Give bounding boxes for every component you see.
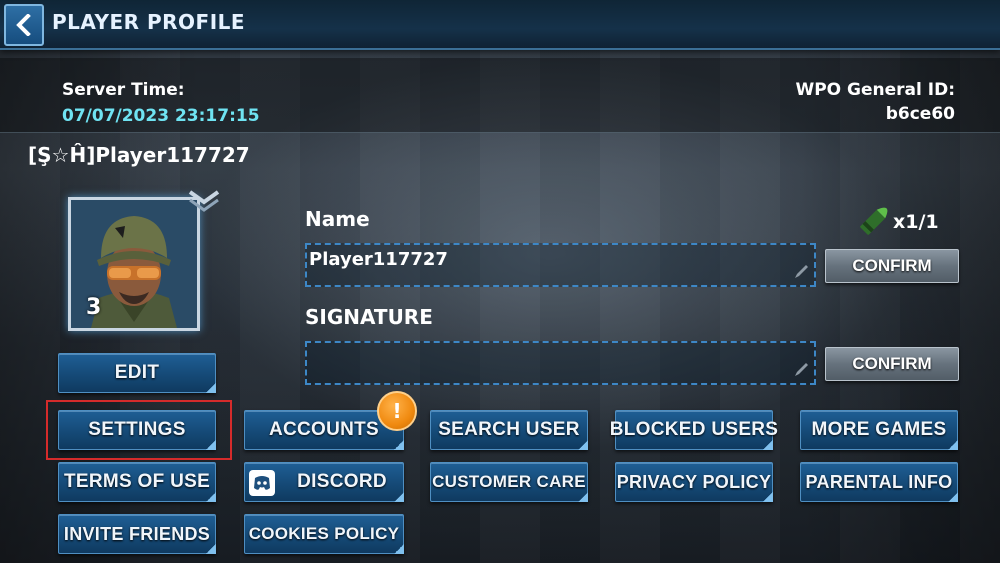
signature-input[interactable] (305, 341, 816, 385)
top-bar: PLAYER PROFILE (0, 0, 1000, 50)
confirm-signature-button[interactable]: CONFIRM (825, 347, 959, 381)
privacy-policy-label: PRIVACY POLICY (616, 471, 772, 492)
settings-highlight-box (46, 400, 232, 460)
discord-icon (249, 470, 275, 496)
confirm-signature-label: CONFIRM (852, 354, 932, 373)
player-level: 3 (86, 295, 102, 320)
customer-care-label: CUSTOMER CARE (432, 472, 586, 491)
search-user-label: SEARCH USER (438, 419, 580, 440)
edit-button-label: EDIT (114, 362, 160, 383)
confirm-name-button[interactable]: CONFIRM (825, 249, 959, 283)
pencil-icon (795, 363, 808, 376)
terms-of-use-button[interactable]: TERMS OF USE (58, 462, 216, 502)
customer-care-button[interactable]: CUSTOMER CARE (430, 462, 588, 502)
invite-friends-button[interactable]: INVITE FRIENDS (58, 514, 216, 554)
confirm-name-label: CONFIRM (852, 256, 932, 275)
server-time-label: Server Time: (62, 80, 185, 100)
discord-button[interactable]: DISCORD (244, 462, 404, 502)
general-id-value: b6ce60 (885, 104, 955, 124)
rename-count: x1/1 (893, 211, 939, 233)
privacy-policy-button[interactable]: PRIVACY POLICY (615, 462, 773, 502)
search-user-button[interactable]: SEARCH USER (430, 410, 588, 450)
chevron-down-icon[interactable] (186, 188, 222, 212)
bullet-icon (860, 207, 888, 235)
cookies-policy-label: COOKIES POLICY (248, 524, 400, 543)
back-button[interactable] (4, 4, 44, 46)
blocked-users-button[interactable]: BLOCKED USERS (610, 410, 778, 450)
parental-info-label: PARENTAL INFO (805, 471, 953, 492)
alert-badge: ! (377, 391, 417, 431)
signature-label: SIGNATURE (305, 305, 433, 329)
page-title: PLAYER PROFILE (52, 10, 246, 34)
server-time-value: 07/07/2023 23:17:15 (62, 106, 260, 126)
alert-badge-text: ! (392, 399, 402, 423)
pencil-icon (795, 265, 808, 278)
back-arrow-icon (16, 14, 31, 36)
invite-friends-label: INVITE FRIENDS (63, 523, 211, 544)
blocked-users-label: BLOCKED USERS (609, 419, 779, 440)
terms-of-use-label: TERMS OF USE (63, 471, 211, 492)
accounts-label: ACCOUNTS (268, 419, 380, 440)
parental-info-button[interactable]: PARENTAL INFO (800, 462, 958, 502)
player-tag: [Ş☆Ĥ]Player117727 (28, 143, 250, 167)
name-input[interactable]: Player117727 (305, 243, 816, 287)
name-label: Name (305, 207, 370, 231)
more-games-label: MORE GAMES (811, 419, 947, 440)
general-id-label: WPO General ID: (795, 80, 955, 100)
more-games-button[interactable]: MORE GAMES (800, 410, 958, 450)
edit-button[interactable]: EDIT (58, 353, 216, 393)
cookies-policy-button[interactable]: COOKIES POLICY (244, 514, 404, 554)
name-input-value: Player117727 (309, 249, 448, 270)
discord-label: DISCORD (297, 471, 387, 492)
